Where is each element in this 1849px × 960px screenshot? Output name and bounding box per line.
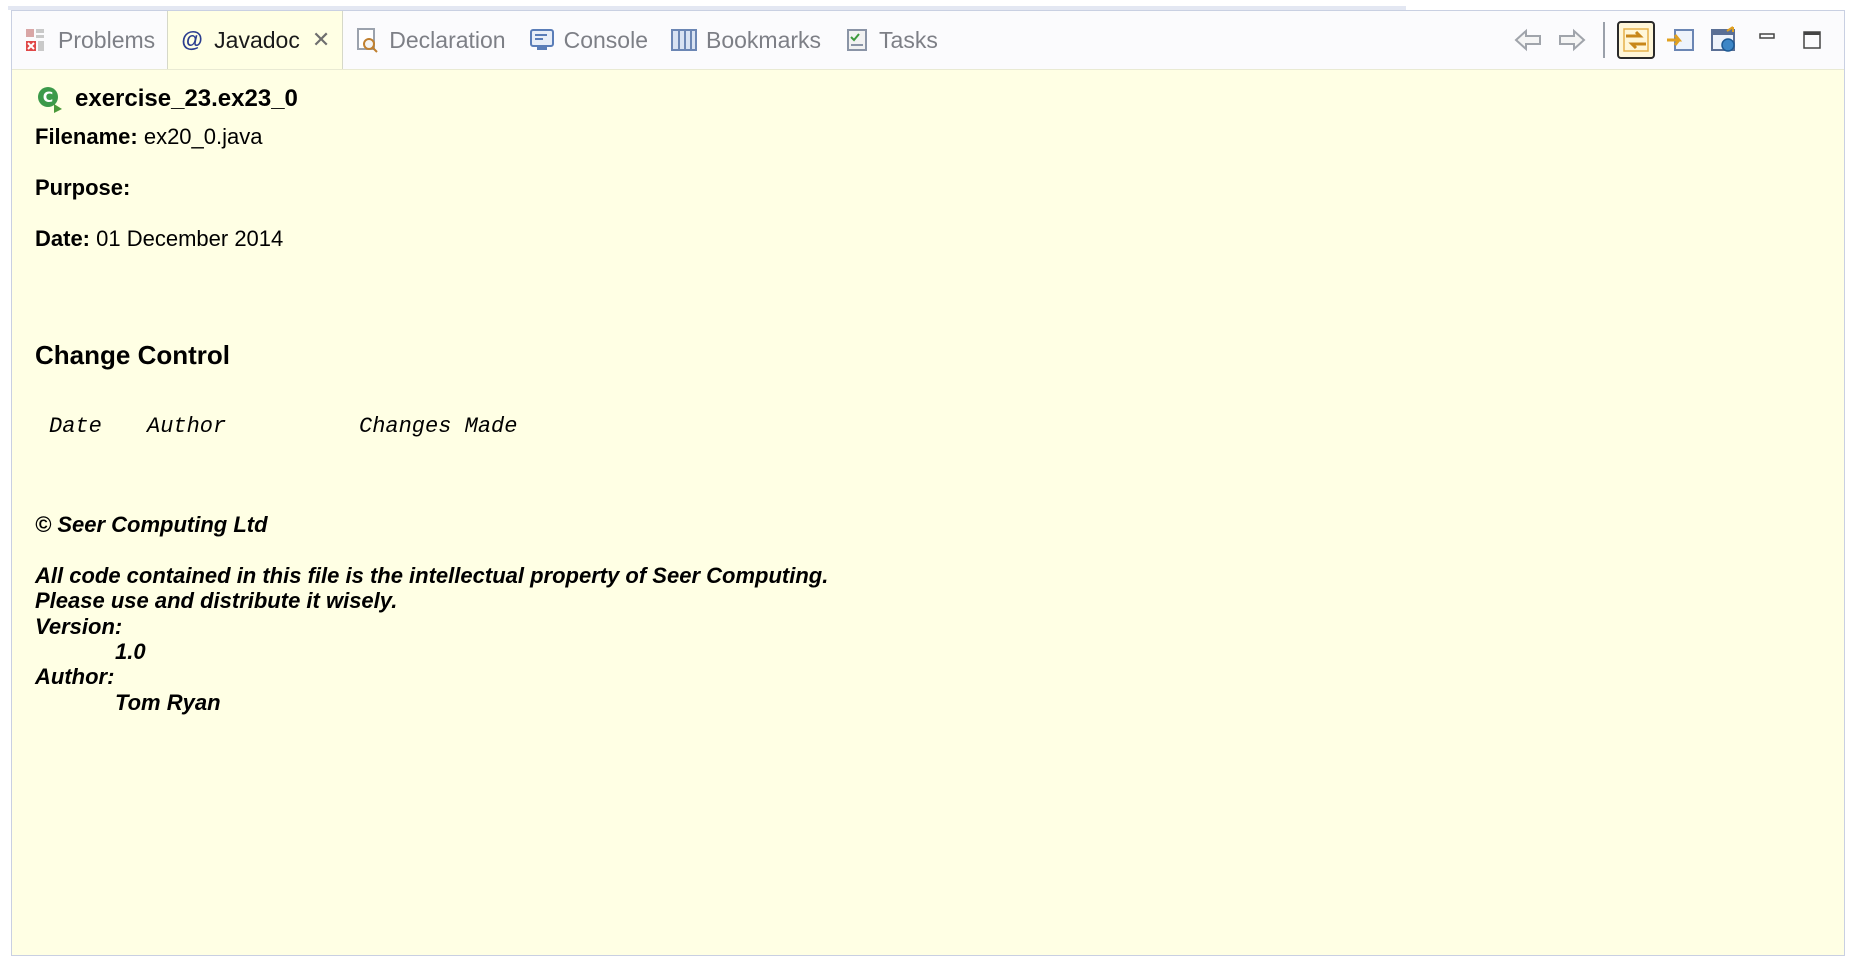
change-control-table-header: Date Author Changes Made — [49, 414, 517, 439]
element-title-text: exercise_23.ex23_0 — [75, 85, 298, 112]
forward-button[interactable] — [1553, 21, 1591, 59]
javadoc-content: C exercise_23.ex23_0 Filename: ex20_0.ja… — [35, 74, 1819, 940]
tab-declaration[interactable]: Declaration — [343, 11, 517, 69]
tab-console[interactable]: Console — [518, 11, 660, 69]
ip-statement-line-2: Please use and distribute it wisely. — [35, 588, 398, 613]
open-in-browser-button[interactable] — [1705, 21, 1743, 59]
date-line: Date: 01 December 2014 — [35, 226, 283, 252]
back-button[interactable] — [1509, 21, 1547, 59]
at-sign-icon: @ — [181, 27, 203, 52]
minimize-button[interactable] — [1749, 21, 1787, 59]
column-header-date: Date — [49, 414, 102, 439]
tab-label: Javadoc — [214, 26, 300, 53]
column-header-author: Author — [147, 414, 227, 439]
maximize-button[interactable] — [1793, 21, 1831, 59]
tab-javadoc[interactable]: @ Javadoc ✕ — [167, 11, 344, 69]
open-input-icon — [1667, 29, 1694, 51]
open-input-button[interactable] — [1661, 21, 1699, 59]
console-icon — [528, 26, 556, 54]
change-control-heading: Change Control — [35, 340, 230, 370]
bookmarks-icon — [670, 26, 698, 54]
minimize-icon — [1759, 33, 1775, 39]
version-value: 1.0 — [115, 639, 146, 664]
version-label: Version: — [35, 614, 123, 639]
tab-bookmarks[interactable]: Bookmarks — [660, 11, 833, 69]
tab-problems[interactable]: Problems — [12, 11, 167, 69]
view-toolbar — [1509, 20, 1831, 60]
declaration-icon — [353, 26, 381, 54]
close-icon[interactable]: ✕ — [312, 27, 330, 53]
tab-label: Tasks — [879, 26, 938, 53]
purpose-label: Purpose: — [35, 175, 131, 200]
column-header-changes-made: Changes Made — [359, 414, 518, 439]
open-in-browser-icon — [1711, 26, 1735, 52]
class-icon: C — [38, 87, 62, 113]
author-label: Author: — [35, 664, 115, 689]
purpose-line: Purpose: — [35, 175, 130, 201]
link-with-selection-button[interactable] — [1617, 21, 1655, 59]
filename-label: Filename: — [35, 124, 138, 149]
element-title: C exercise_23.ex23_0 — [35, 84, 298, 114]
window-top-edge — [0, 0, 1849, 10]
tasks-icon — [843, 26, 871, 54]
copyright-line: © Seer Computing Ltd — [35, 512, 268, 537]
toolbar-separator — [1603, 22, 1605, 58]
svg-text:C: C — [43, 90, 53, 106]
forward-arrow-icon — [1559, 28, 1586, 52]
filename-value: ex20_0.java — [143, 124, 263, 149]
author-value: Tom Ryan — [115, 690, 221, 715]
filename-line: Filename: ex20_0.java — [35, 124, 262, 150]
ip-statement-line-1: All code contained in this file is the i… — [35, 563, 829, 588]
tab-label: Bookmarks — [706, 26, 822, 53]
tab-label: Problems — [58, 26, 156, 53]
back-arrow-icon — [1514, 28, 1541, 52]
problems-icon — [22, 26, 50, 54]
tab-label: Console — [563, 26, 648, 53]
tab-label: Declaration — [389, 26, 506, 53]
date-value: 01 December 2014 — [96, 226, 284, 251]
link-with-selection-icon — [1623, 28, 1649, 52]
date-label: Date: — [35, 226, 91, 251]
maximize-icon — [1803, 31, 1821, 49]
tab-tasks[interactable]: Tasks — [833, 11, 950, 69]
